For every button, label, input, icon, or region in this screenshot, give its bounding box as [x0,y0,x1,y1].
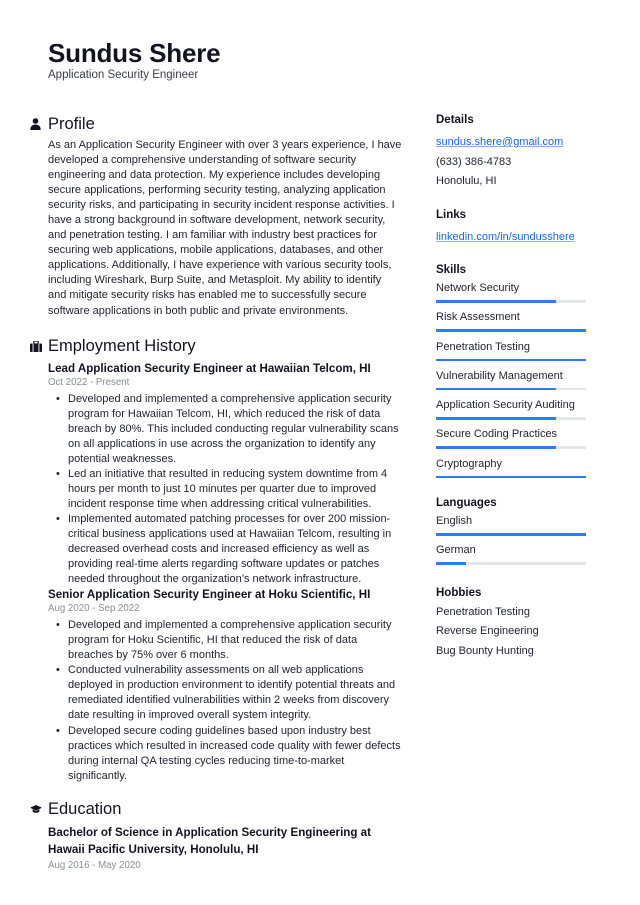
job-dates: Aug 2020 - Sep 2022 [48,603,140,615]
language-label: English [436,515,473,528]
degree-title: Bachelor of Science in Application Secur… [48,825,371,857]
job-title: Senior Application Security Engineer at … [48,588,371,602]
briefcase-icon [30,341,48,353]
skill-item: Penetration Testing [436,339,586,368]
job-bullet: Developed secure coding guidelines based… [56,724,402,784]
language-level-bar [436,562,586,565]
language-level-fill [436,562,466,565]
job-entry: Lead Application Security Engineer at Ha… [48,361,402,588]
language-level-bar [436,533,586,536]
profile-title: Profile [48,114,95,133]
skill-label: Vulnerability Management [436,369,563,382]
languages-section: Languages English German [436,496,586,572]
links-title: Links [436,208,467,221]
job-entry: Senior Application Security Engineer at … [48,587,402,784]
job-bullet: Developed and implemented a comprehensiv… [56,392,402,467]
employment-heading: Employment History [30,337,402,357]
candidate-title: Application Security Engineer [48,69,199,81]
job-bullets: Developed and implemented a comprehensiv… [48,618,402,784]
skill-level-bar [436,387,586,391]
skill-level-fill [436,475,586,479]
skill-level-fill [436,417,556,420]
skill-level-bar [436,300,586,303]
skill-item: Secure Coding Practices [436,426,586,455]
candidate-name: Sundus Shere [48,38,221,68]
hobbies-section: Hobbies Penetration Testing Reverse Engi… [436,586,586,662]
language-level-fill [436,533,586,536]
languages-title: Languages [436,497,497,510]
skill-level-fill [436,329,586,332]
language-label: German [436,544,476,557]
main-column: Profile As an Application Security Engin… [30,114,402,875]
employment-title: Employment History [48,337,196,356]
education-section: Education Bachelor of Science in Applica… [30,800,402,872]
hobbies-title: Hobbies [436,586,482,599]
skill-level-fill [436,358,586,362]
skill-label: Network Security [436,282,520,294]
skill-level-bar [436,358,586,362]
skill-label: Risk Assessment [436,311,520,324]
education-title: Education [48,800,122,819]
graduation-cap-icon [30,805,48,814]
hobby-item: Penetration Testing [436,605,530,618]
job-dates: Oct 2022 - Present [48,376,130,388]
job-bullets: Developed and implemented a comprehensiv… [48,392,402,588]
skill-level-fill [436,387,556,391]
job-title: Lead Application Security Engineer at Ha… [48,361,371,375]
details-section: Details sundus.shere@gmail.com (633) 386… [436,113,586,192]
skill-label: Secure Coding Practices [436,428,558,441]
profile-section: Profile As an Application Security Engin… [30,114,402,319]
skill-label: Penetration Testing [436,340,530,353]
skill-label: Application Security Auditing [436,399,575,412]
skill-level-fill [436,446,556,449]
job-bullet: Conducted vulnerability assessments on a… [56,663,402,723]
details-title: Details [436,114,474,126]
job-bullet: Led an initiative that resulted in reduc… [56,467,402,512]
skill-item: Application Security Auditing [436,397,586,426]
skill-item: Network Security [436,280,586,309]
skill-label: Cryptography [436,457,503,470]
skill-level-bar [436,446,586,449]
email-link[interactable]: sundus.shere@gmail.com [436,136,563,148]
hobby-item: Reverse Engineering [436,625,539,638]
sidebar: Details sundus.shere@gmail.com (633) 386… [436,113,586,661]
skill-item: Vulnerability Management [436,368,586,397]
skill-level-bar [436,329,586,332]
skills-section: Skills Network Security Risk Assessment Pe… [436,263,586,485]
phone: (633) 386-4783 [436,155,512,168]
education-heading: Education [30,800,402,820]
education-entry: Bachelor of Science in Application Secur… [48,824,402,872]
job-bullet: Developed and implemented a comprehensiv… [56,618,402,663]
person-icon [30,118,48,130]
profile-heading: Profile [30,114,402,134]
employment-section: Employment History Lead Application Secu… [30,337,402,784]
skill-level-bar [436,417,586,420]
language-item: English [436,513,586,542]
resume-header: Sundus Shere Application Security Engine… [48,38,221,82]
profile-summary: As an Application Security Engineer with… [48,139,402,317]
location: Honolulu, HI [436,175,497,187]
skill-item: Risk Assessment [436,309,586,338]
hobby-item: Bug Bounty Hunting [436,644,534,657]
linkedin-link[interactable]: linkedin.com/in/sundusshere [436,231,575,243]
language-item: German [436,542,586,571]
job-bullet: Implemented automated patching processes… [56,512,402,587]
skill-item: Cryptography [436,456,586,485]
skill-level-bar [436,475,586,479]
education-dates: Aug 2016 - May 2020 [48,859,141,871]
skill-level-fill [436,300,556,303]
skills-title: Skills [436,264,467,276]
links-section: Links linkedin.com/in/sundusshere [436,208,586,248]
